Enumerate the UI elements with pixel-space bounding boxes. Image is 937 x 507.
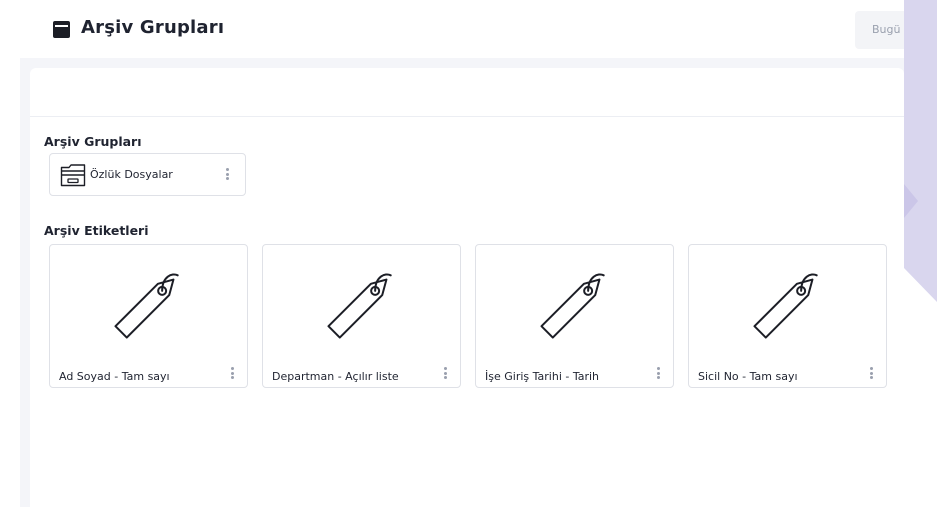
today-button-label: Bugü <box>872 23 901 36</box>
tag-card-ise-giris-tarihi[interactable]: İşe Giriş Tarihi - Tarih <box>475 244 674 388</box>
tag-more-menu-icon[interactable] <box>656 367 660 381</box>
tag-more-menu-icon[interactable] <box>869 367 873 381</box>
tag-more-menu-icon[interactable] <box>230 367 234 381</box>
group-card-ozluk-dosyalar[interactable]: Özlük Dosyalar <box>49 153 246 196</box>
tag-card-sicil-no[interactable]: Sicil No - Tam sayı <box>688 244 887 388</box>
tag-icon <box>114 273 179 339</box>
tag-more-menu-icon[interactable] <box>443 367 447 381</box>
archive-box-icon <box>53 21 70 38</box>
side-panel-overlay <box>904 0 937 302</box>
tag-card-departman[interactable]: Departman - Açılır liste <box>262 244 461 388</box>
group-label: Özlük Dosyalar <box>90 168 173 181</box>
tag-label: Sicil No - Tam sayı <box>698 370 798 383</box>
folder-drawer-icon <box>60 164 86 187</box>
left-strip <box>0 0 20 507</box>
page-header: Arşiv Grupları Bugü <box>20 0 915 58</box>
archive-tags-heading: Arşiv Etiketleri <box>44 223 149 238</box>
tag-label: Departman - Açılır liste <box>272 370 399 383</box>
tag-label: İşe Giriş Tarihi - Tarih <box>485 370 600 383</box>
tag-icon <box>327 273 392 339</box>
card-toolbar <box>30 68 904 117</box>
group-more-menu-icon[interactable] <box>225 168 229 182</box>
page-title: Arşiv Grupları <box>81 17 225 38</box>
tag-icon <box>753 273 818 339</box>
tag-label: Ad Soyad - Tam sayı <box>59 370 170 383</box>
tag-icon <box>540 273 605 339</box>
tag-card-ad-soyad[interactable]: Ad Soyad - Tam sayı <box>49 244 248 388</box>
archive-groups-heading: Arşiv Grupları <box>44 134 142 149</box>
